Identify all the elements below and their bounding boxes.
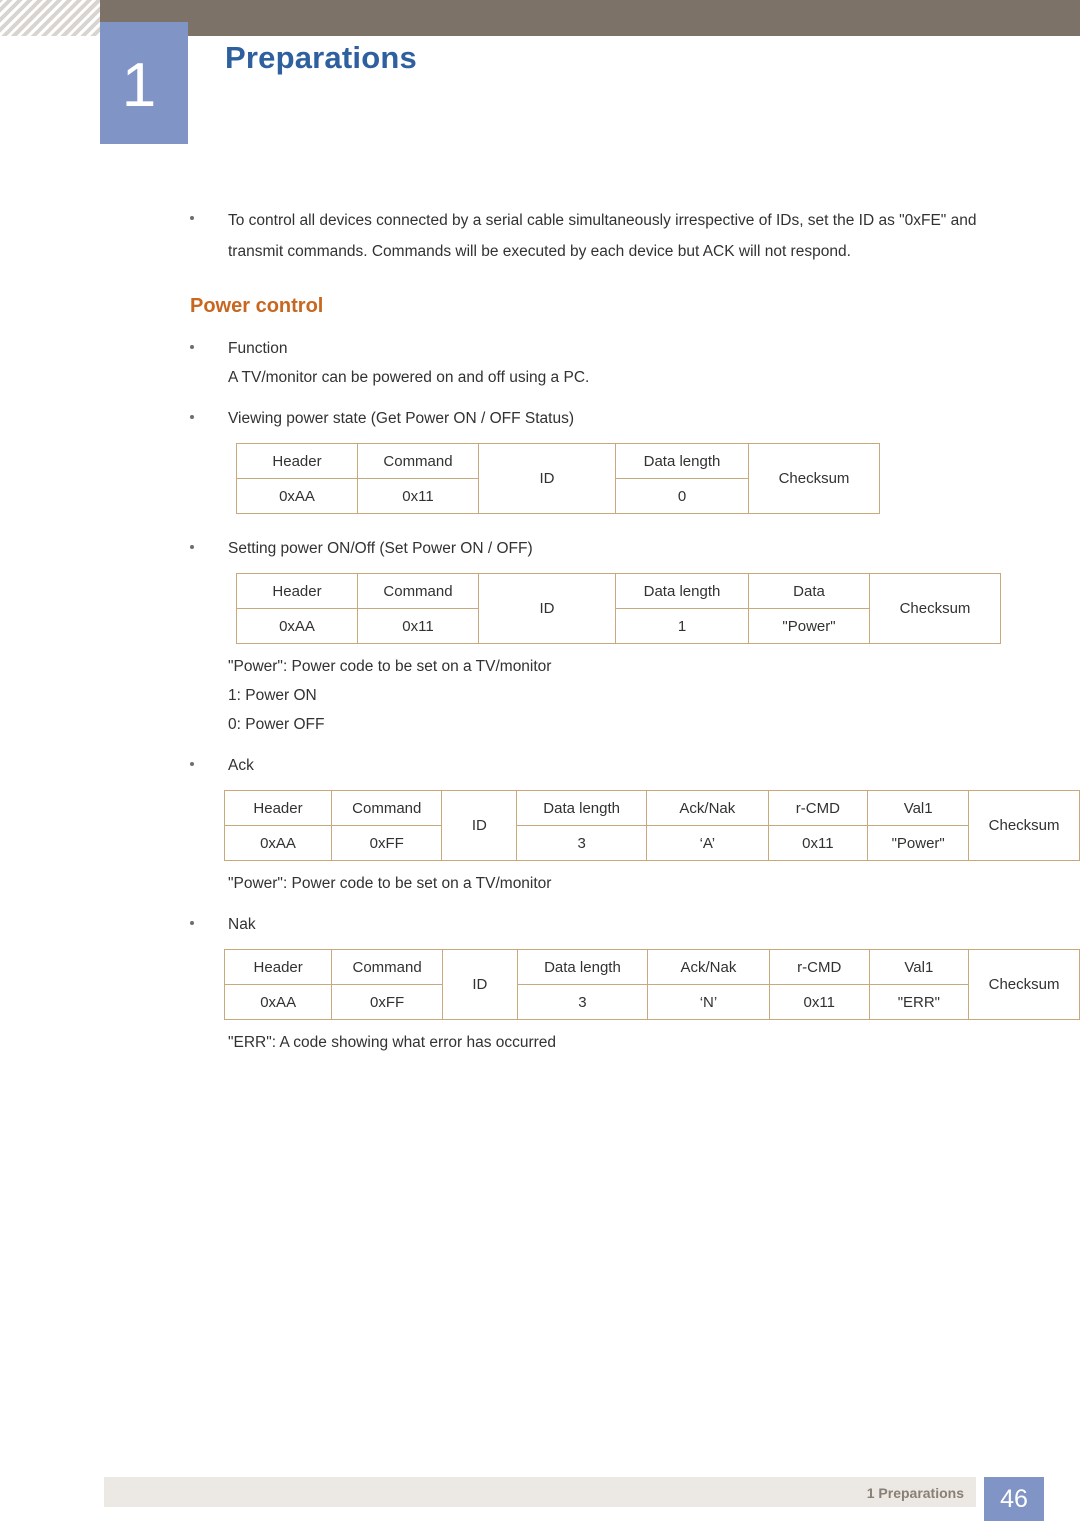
cell-header-ack-nak: Ack/Nak <box>647 949 770 985</box>
cell-value-data-length: 0 <box>615 478 749 514</box>
cell-header-command: Command <box>357 573 479 609</box>
table-ack: Header Command ID Data length Ack/Nak r-… <box>223 790 1080 861</box>
cell-header-checksum: Checksum <box>968 790 1080 861</box>
item-ack-label: Ack <box>228 757 254 774</box>
function-description: A TV/monitor can be powered on and off u… <box>228 369 590 386</box>
table-row: 0xAA 0xFF 3 ‘N’ 0x11 "ERR" <box>223 984 1080 1020</box>
table-row: Header Command ID Data length Ack/Nak r-… <box>223 949 1080 1020</box>
cell-value-command: 0x11 <box>357 478 479 514</box>
cell-value-header: 0xAA <box>223 825 333 861</box>
table-set-power: Header Command ID Data length Data Check… <box>236 573 1001 644</box>
cell-value-val1: "ERR" <box>868 984 970 1020</box>
cell-value-command: 0x11 <box>357 608 479 644</box>
cell-value-header: 0xAA <box>223 984 333 1020</box>
table-get-power-status: Header Command ID Data length Checksum 0… <box>236 443 880 514</box>
footer-chapter-label: 1 Preparations <box>866 1485 964 1501</box>
item-set-power: Setting power ON/Off (Set Power ON / OFF… <box>0 534 1080 563</box>
cell-value-header: 0xAA <box>236 608 358 644</box>
table-row: Header Command ID Data length Data Check… <box>236 573 1001 644</box>
item-nak-label: Nak <box>228 916 256 933</box>
footer-bar <box>104 1477 976 1507</box>
cell-value-data-length: 3 <box>516 825 648 861</box>
ack-note: "Power": Power code to be set on a TV/mo… <box>228 875 552 892</box>
cell-header-command: Command <box>331 949 443 985</box>
cell-header-command: Command <box>357 443 479 479</box>
table-row: 0xAA 0xFF 3 ‘A’ 0x11 "Power" <box>223 825 1080 861</box>
cell-header-data-length: Data length <box>516 790 648 826</box>
page-title: Preparations <box>225 40 417 75</box>
cell-header-r-cmd: r-CMD <box>768 949 870 985</box>
cell-header-data: Data <box>748 573 870 609</box>
footer-page-number: 46 <box>984 1477 1044 1521</box>
item-function-label: Function <box>228 340 288 357</box>
cell-value-val1: "Power" <box>867 825 970 861</box>
cell-header-header: Header <box>223 949 333 985</box>
cell-header-ack-nak: Ack/Nak <box>646 790 769 826</box>
cell-header-data-length: Data length <box>615 573 749 609</box>
chapter-number: 1 <box>121 51 157 120</box>
cell-header-data-length: Data length <box>516 949 649 985</box>
power-on-note: 1: Power ON <box>228 687 317 704</box>
nak-note: "ERR": A code showing what error has occ… <box>228 1034 557 1051</box>
cell-header-id: ID <box>441 790 518 861</box>
cell-value-data-length: 1 <box>615 608 749 644</box>
table-row: Header Command ID Data length Checksum <box>236 443 880 514</box>
item-nak: Nak <box>0 910 1080 939</box>
item-ack: Ack <box>0 751 1080 780</box>
bullet-dot-icon <box>190 415 194 419</box>
cell-header-val1: Val1 <box>868 949 970 985</box>
bullet-dot-icon <box>190 345 194 349</box>
section-heading: Power control <box>190 295 324 317</box>
cell-value-data-length: 3 <box>516 984 649 1020</box>
cell-value-ack-nak: ‘A’ <box>646 825 769 861</box>
cell-header-id: ID <box>478 573 616 644</box>
bullet-dot-icon <box>190 762 194 766</box>
cell-header-id: ID <box>441 949 518 1020</box>
cell-value-command: 0xFF <box>331 825 443 861</box>
table-nak: Header Command ID Data length Ack/Nak r-… <box>223 949 1080 1020</box>
cell-header-checksum: Checksum <box>968 949 1080 1020</box>
cell-header-data-length: Data length <box>615 443 749 479</box>
cell-header-checksum: Checksum <box>869 573 1001 644</box>
cell-header-command: Command <box>331 790 443 826</box>
bullet-dot-icon <box>190 921 194 925</box>
bullet-dot-icon <box>190 545 194 549</box>
cell-header-r-cmd: r-CMD <box>767 790 869 826</box>
bullet-dot-icon <box>190 216 194 220</box>
intro-bullet: To control all devices connected by a se… <box>0 205 1080 267</box>
cell-header-header: Header <box>236 443 358 479</box>
intro-bullet-text: To control all devices connected by a se… <box>228 212 977 260</box>
power-off-note: 0: Power OFF <box>228 716 325 733</box>
power-note: "Power": Power code to be set on a TV/mo… <box>228 658 552 675</box>
cell-header-checksum: Checksum <box>748 443 880 514</box>
cell-value-ack-nak: ‘N’ <box>647 984 770 1020</box>
header-hatch-decoration <box>0 0 100 36</box>
item-function: Function <box>0 334 1080 363</box>
table-row: Header Command ID Data length Ack/Nak r-… <box>223 790 1080 861</box>
item-set-power-label: Setting power ON/Off (Set Power ON / OFF… <box>228 540 533 557</box>
cell-header-header: Header <box>236 573 358 609</box>
cell-value-command: 0xFF <box>331 984 443 1020</box>
chapter-number-badge: 1 <box>100 22 188 144</box>
page-content: To control all devices connected by a se… <box>0 205 1080 1057</box>
cell-value-r-cmd: 0x11 <box>768 984 870 1020</box>
item-view-power-state: Viewing power state (Get Power ON / OFF … <box>0 404 1080 433</box>
item-view-power-state-label: Viewing power state (Get Power ON / OFF … <box>228 410 575 427</box>
cell-header-val1: Val1 <box>867 790 970 826</box>
cell-header-header: Header <box>223 790 333 826</box>
cell-value-r-cmd: 0x11 <box>767 825 869 861</box>
cell-value-data: "Power" <box>748 608 870 644</box>
cell-header-id: ID <box>478 443 616 514</box>
cell-value-header: 0xAA <box>236 478 358 514</box>
